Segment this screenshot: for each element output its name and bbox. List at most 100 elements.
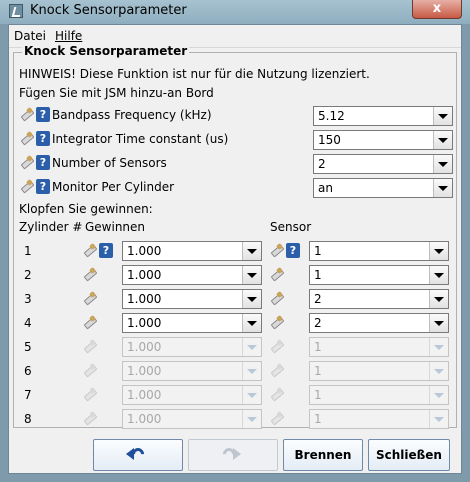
gain-select[interactable]: 1.000 — [122, 289, 262, 309]
sensor-value: 1 — [314, 388, 322, 402]
param-label-sensors: Number of Sensors — [52, 156, 167, 170]
sensor-value: 2 — [314, 316, 322, 330]
chevron-down-icon[interactable] — [429, 266, 448, 284]
sensor-select: 1 — [309, 361, 449, 381]
wrench-icon[interactable] — [270, 242, 285, 258]
wrench-icon — [83, 362, 98, 378]
column-sensor: Sensor — [270, 220, 312, 234]
sensor-value: 1 — [314, 340, 322, 354]
bandpass-select[interactable]: 5.12 — [313, 106, 453, 126]
chevron-down-icon[interactable] — [433, 107, 452, 125]
column-cylinder: Zylinder # — [19, 220, 83, 234]
gain-value: 1.000 — [127, 388, 162, 402]
wrench-icon[interactable] — [83, 314, 98, 330]
help-icon[interactable]: ? — [36, 107, 50, 122]
column-gain: Gewinnen — [85, 220, 146, 234]
wrench-icon — [270, 338, 285, 354]
sensors-select[interactable]: 2 — [313, 154, 453, 174]
chevron-down-icon — [429, 386, 448, 404]
chevron-down-icon[interactable] — [242, 314, 261, 332]
gain-select: 1.000 — [122, 361, 262, 381]
undo-button[interactable] — [93, 439, 183, 471]
chevron-down-icon — [429, 338, 448, 356]
chevron-down-icon[interactable] — [429, 242, 448, 260]
help-icon[interactable]: ? — [36, 131, 50, 146]
wrench-icon[interactable] — [83, 290, 98, 306]
title-bar: Knock Sensorparameter x — [0, 0, 470, 24]
wrench-icon — [270, 362, 285, 378]
close-button[interactable]: Schließen — [368, 439, 450, 471]
gain-value: 1.000 — [127, 364, 162, 378]
sensor-select[interactable]: 1 — [309, 241, 449, 261]
chevron-down-icon[interactable] — [433, 155, 452, 173]
wrench-icon — [270, 410, 285, 426]
gain-value: 1.000 — [127, 292, 162, 306]
wrench-icon[interactable] — [20, 106, 35, 122]
sensor-value: 1 — [314, 244, 322, 258]
gains-heading: Klopfen Sie gewinnen: — [19, 202, 153, 216]
param-label-integrator: Integrator Time constant (us) — [52, 132, 229, 146]
burn-button[interactable]: Brennen — [283, 439, 363, 471]
wrench-icon[interactable] — [83, 242, 98, 258]
gain-select[interactable]: 1.000 — [122, 265, 262, 285]
help-icon[interactable]: ? — [286, 243, 300, 258]
gain-value: 1.000 — [127, 412, 162, 426]
knock-sensor-group: Knock Sensorparameter HINWEIS! Diese Fun… — [13, 44, 457, 429]
param-label-bandpass: Bandpass Frequency (kHz) — [52, 108, 212, 122]
chevron-down-icon — [429, 362, 448, 380]
redo-icon — [220, 445, 241, 464]
wrench-icon — [83, 386, 98, 402]
window-close-button[interactable]: x — [412, 0, 462, 19]
dialog-client: Datei Hilfe Knock Sensorparameter HINWEI… — [8, 24, 462, 474]
redo-button[interactable] — [188, 439, 278, 471]
wrench-icon[interactable] — [20, 130, 35, 146]
wrench-icon[interactable] — [83, 266, 98, 282]
chevron-down-icon[interactable] — [429, 314, 448, 332]
wrench-icon[interactable] — [20, 154, 35, 170]
gain-value: 1.000 — [127, 268, 162, 282]
cylinder-number: 8 — [24, 412, 32, 426]
undo-icon — [126, 445, 147, 464]
gain-select: 1.000 — [122, 409, 262, 429]
sensor-value: 1 — [314, 364, 322, 378]
burn-button-label: Brennen — [294, 448, 352, 462]
chevron-down-icon[interactable] — [242, 290, 261, 308]
sensors-value: 2 — [318, 157, 326, 171]
menu-datei[interactable]: Datei — [14, 29, 46, 43]
app-icon — [9, 4, 23, 18]
wrench-icon[interactable] — [270, 290, 285, 306]
wrench-icon — [83, 410, 98, 426]
wrench-icon[interactable] — [270, 266, 285, 282]
gain-select: 1.000 — [122, 385, 262, 405]
sensor-select[interactable]: 1 — [309, 265, 449, 285]
chevron-down-icon[interactable] — [433, 179, 452, 197]
chevron-down-icon — [242, 386, 261, 404]
help-icon[interactable]: ? — [36, 179, 50, 194]
chevron-down-icon[interactable] — [433, 131, 452, 149]
sensor-value: 2 — [314, 292, 322, 306]
close-button-label: Schließen — [376, 448, 442, 462]
monitor-select[interactable]: an — [313, 178, 453, 198]
cylinder-number: 5 — [24, 340, 32, 354]
param-label-monitor: Monitor Per Cylinder — [52, 180, 175, 194]
sensor-select: 1 — [309, 409, 449, 429]
integrator-select[interactable]: 150 — [313, 130, 453, 150]
gain-select[interactable]: 1.000 — [122, 241, 262, 261]
chevron-down-icon[interactable] — [242, 266, 261, 284]
help-icon[interactable]: ? — [36, 155, 50, 170]
sensor-select[interactable]: 2 — [309, 313, 449, 333]
app-window: Knock Sensorparameter x Datei Hilfe Knoc… — [0, 0, 470, 482]
help-icon[interactable]: ? — [99, 243, 113, 258]
cylinder-number: 1 — [24, 244, 32, 258]
menu-hilfe[interactable]: Hilfe — [55, 29, 82, 43]
group-title: Knock Sensorparameter — [22, 44, 190, 58]
wrench-icon — [83, 338, 98, 354]
chevron-down-icon — [242, 362, 261, 380]
wrench-icon[interactable] — [20, 178, 35, 194]
sensor-select: 1 — [309, 385, 449, 405]
sensor-select[interactable]: 2 — [309, 289, 449, 309]
chevron-down-icon[interactable] — [242, 242, 261, 260]
gain-select[interactable]: 1.000 — [122, 313, 262, 333]
chevron-down-icon[interactable] — [429, 290, 448, 308]
wrench-icon[interactable] — [270, 314, 285, 330]
